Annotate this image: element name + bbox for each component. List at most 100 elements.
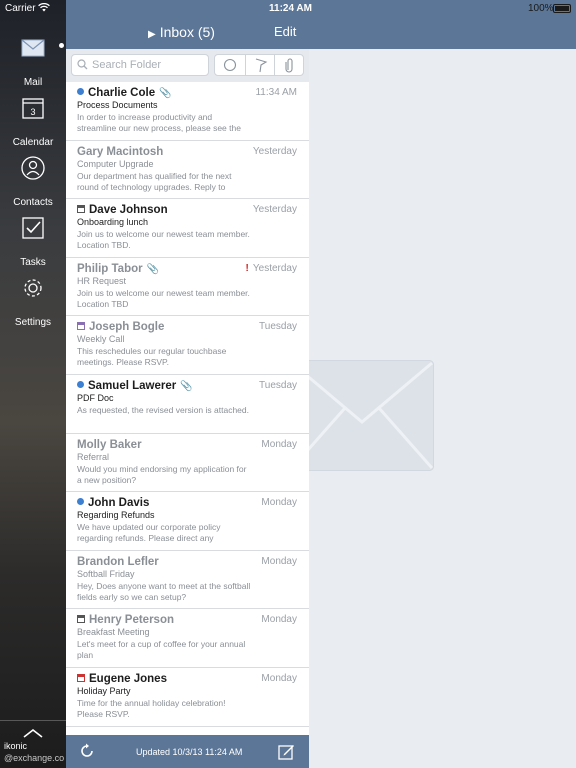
sender-name: Charlie Cole xyxy=(88,87,156,99)
filter-unread-button[interactable] xyxy=(215,55,245,75)
contacts-icon xyxy=(21,156,45,180)
message-row[interactable]: Charlie Cole 📎 11:34 AM Process Documents… xyxy=(66,82,309,141)
sender-name: Samuel Lawerer xyxy=(88,379,177,392)
tab-contacts-label: Contacts xyxy=(13,197,53,208)
message-row[interactable]: Eugene Jones Monday Holiday Party Time f… xyxy=(66,668,309,727)
calendar-icon: 3 xyxy=(21,96,45,120)
tab-tasks[interactable]: Tasks xyxy=(0,212,66,268)
message-row[interactable]: Samuel Lawerer 📎 Tuesday PDF Doc As reque… xyxy=(66,375,309,434)
message-subject: Regarding Refunds xyxy=(77,510,155,521)
sender-name: Philip Tabor xyxy=(77,262,143,275)
meeting-icon xyxy=(77,322,85,331)
page-title: Inbox (5) xyxy=(159,24,215,40)
edit-button[interactable]: Edit xyxy=(274,24,296,39)
tab-mail-label: Mail xyxy=(23,77,43,88)
sender-name: Brandon Lefler xyxy=(77,555,159,568)
sender-line: Henry Peterson xyxy=(77,614,174,626)
meeting-icon xyxy=(77,673,85,682)
sender-line: Eugene Jones xyxy=(77,673,167,685)
active-tab-indicator xyxy=(59,43,64,48)
sender-name: Henry Peterson xyxy=(89,614,175,627)
message-date: Tuesday xyxy=(259,321,297,333)
tab-tasks-label: Tasks xyxy=(20,257,46,268)
message-row[interactable]: Henry Peterson Monday Breakfast Meeting … xyxy=(66,609,309,668)
message-row[interactable]: Brandon Lefler Monday Softball Friday He… xyxy=(66,551,309,610)
message-preview: As requested, the revised version is att… xyxy=(77,404,249,415)
settings-icon xyxy=(21,276,45,300)
svg-text:3: 3 xyxy=(30,107,35,117)
circle-icon xyxy=(223,58,237,72)
tab-settings[interactable]: Settings xyxy=(0,272,66,328)
attachment-icon: 📎 xyxy=(159,88,172,99)
message-preview: Our department has qualified for the nex… xyxy=(77,170,232,192)
message-row[interactable]: Philip Tabor 📎 ! Yesterday HR Request Join… xyxy=(66,258,309,317)
message-subject: Breakfast Meeting xyxy=(77,627,150,638)
sender-line: Philip Tabor 📎 xyxy=(77,263,159,275)
meeting-icon xyxy=(77,615,85,624)
filter-flagged-button[interactable] xyxy=(245,55,275,75)
message-row[interactable]: Dave Johnson Yesterday Onboarding lunch … xyxy=(66,199,309,258)
message-row[interactable]: John Davis Monday Regarding Refunds We h… xyxy=(66,492,309,551)
message-row[interactable]: Gary Macintosh Yesterday Computer Upgrad… xyxy=(66,141,309,200)
message-date: Yesterday xyxy=(252,145,297,157)
message-preview: In order to increase productivity and st… xyxy=(77,112,241,133)
search-icon xyxy=(77,59,88,73)
flag-icon xyxy=(255,58,268,73)
battery-percent: 100% xyxy=(528,3,554,14)
message-subject: Weekly Call xyxy=(77,334,125,345)
unread-dot-icon xyxy=(77,380,84,388)
message-preview: We have updated our corporate policy reg… xyxy=(77,522,221,544)
last-updated-label: Updated 10/3/13 11:24 AM xyxy=(136,747,243,757)
filter-attachment-button[interactable] xyxy=(274,55,304,75)
sender-name: Joseph Bogle xyxy=(89,321,165,334)
message-subject: Holiday Party xyxy=(77,685,131,696)
account-switcher[interactable]: ikonic @exchange.co xyxy=(0,720,66,768)
sender-name: Gary Macintosh xyxy=(77,145,164,158)
refresh-icon[interactable] xyxy=(79,743,95,764)
message-preview: Hey, Does anyone want to meet at the sof… xyxy=(77,580,251,602)
meeting-icon xyxy=(77,205,85,214)
clock: 11:24 AM xyxy=(269,3,312,14)
tab-calendar[interactable]: 3 Calendar xyxy=(0,92,66,148)
sender-line: Dave Johnson xyxy=(77,204,168,216)
search-row: Search Folder xyxy=(66,49,309,82)
mail-icon xyxy=(21,36,45,60)
tab-contacts[interactable]: Contacts xyxy=(0,152,66,208)
disclosure-triangle-icon: ▶ xyxy=(148,29,156,40)
sender-line: Samuel Lawerer 📎 xyxy=(77,380,193,392)
carrier-label: Carrier xyxy=(5,3,36,14)
message-subject: HR Request xyxy=(77,275,127,286)
tab-settings-label: Settings xyxy=(14,317,52,328)
sender-line: Joseph Bogle xyxy=(77,321,164,333)
filter-segmented-control xyxy=(214,54,304,76)
battery-icon xyxy=(553,4,571,13)
message-subject: Computer Upgrade xyxy=(77,158,154,169)
unread-dot-icon xyxy=(77,88,84,95)
tab-mail[interactable]: Mail xyxy=(0,32,66,88)
priority-flag-icon: ! xyxy=(245,262,249,274)
message-preview: Join us to welcome our newest team membe… xyxy=(77,229,250,251)
search-input[interactable]: Search Folder xyxy=(71,54,209,76)
sender-name: Dave Johnson xyxy=(89,204,168,217)
message-date-line: ! Yesterday xyxy=(246,263,297,274)
message-preview: Time for the annual holiday celebration!… xyxy=(77,697,226,719)
message-subject: Onboarding lunch xyxy=(77,217,149,228)
folder-picker[interactable]: ▶ Inbox (5) xyxy=(148,24,215,40)
unread-dot-icon xyxy=(77,498,84,506)
tasks-icon xyxy=(21,216,45,240)
compose-icon[interactable] xyxy=(278,743,295,765)
account-name: ikonic xyxy=(4,741,28,751)
account-email: @exchange.co xyxy=(4,753,65,763)
bottom-toolbar: Updated 10/3/13 11:24 AM xyxy=(66,735,309,768)
attachment-icon: 📎 xyxy=(180,380,193,392)
wifi-icon xyxy=(38,2,50,15)
message-date: Yesterday xyxy=(252,262,297,274)
message-preview: Let's meet for a cup of coffee for your … xyxy=(77,639,246,661)
message-date: 11:34 AM xyxy=(255,87,297,98)
message-row[interactable]: Joseph Bogle Tuesday Weekly Call This re… xyxy=(66,316,309,375)
sender-name: John Davis xyxy=(88,497,150,510)
message-row[interactable]: Molly Baker Monday Referral Would you mi… xyxy=(66,434,309,493)
message-subject: PDF Doc xyxy=(77,392,114,403)
status-bar: Carrier 11:24 AM 100% xyxy=(0,0,576,18)
message-date: Yesterday xyxy=(252,204,297,216)
